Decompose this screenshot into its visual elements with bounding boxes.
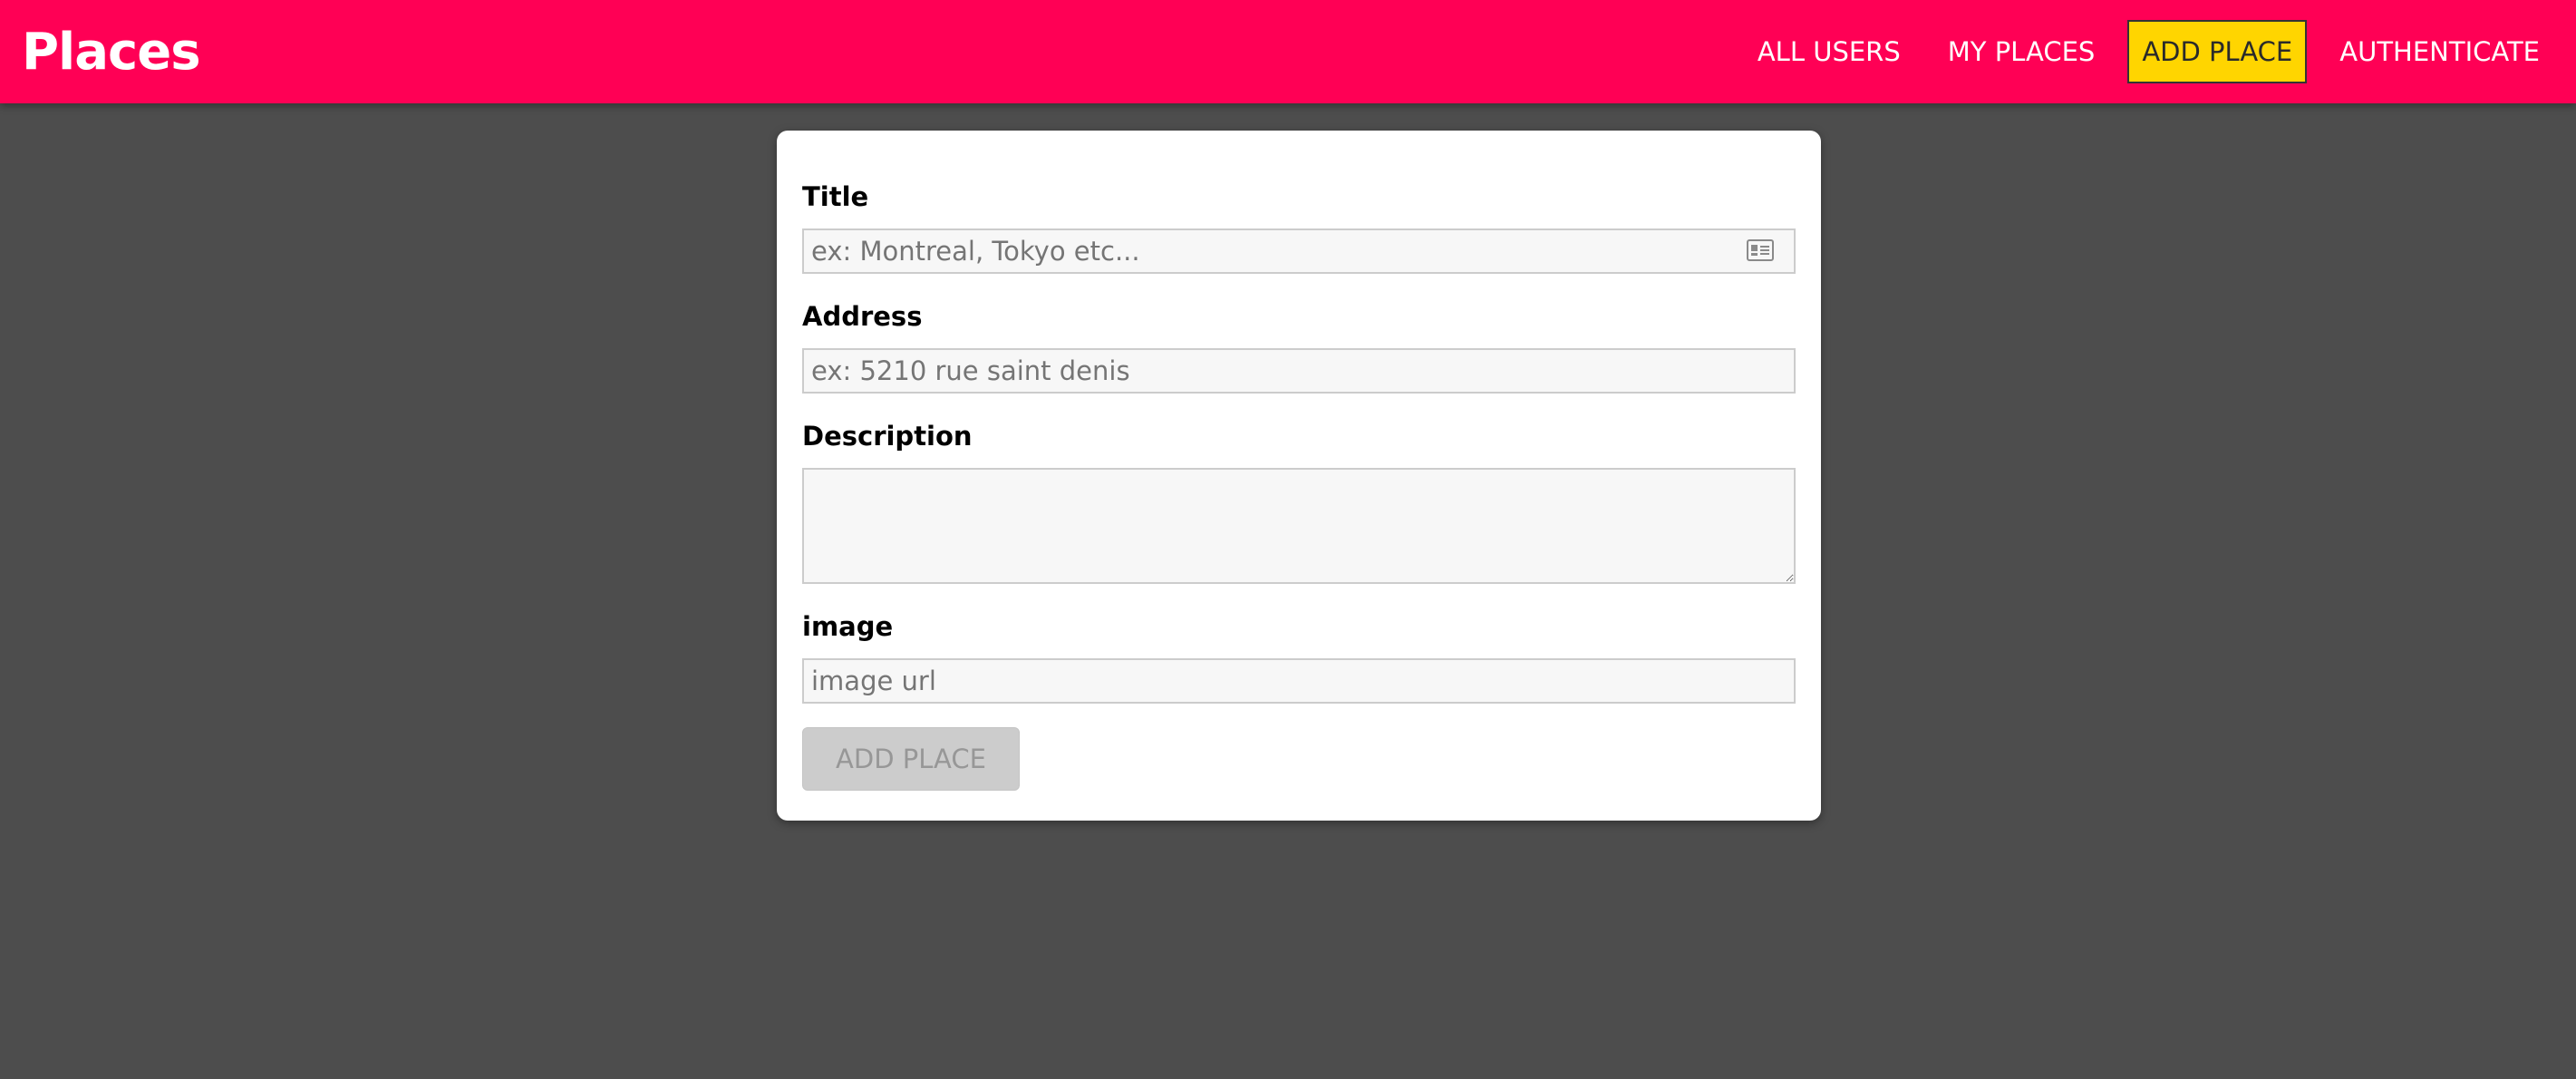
title-field: Title [802,181,1796,274]
image-url-input[interactable] [802,658,1796,704]
add-place-form-card: Title Address Description image ADD PLAC… [777,131,1821,821]
address-input[interactable] [802,348,1796,394]
main-header: Places ALL USERS MY PLACES ADD PLACE AUT… [0,0,2576,103]
nav-add-place[interactable]: ADD PLACE [2127,20,2308,83]
nav-my-places[interactable]: MY PLACES [1933,20,2110,83]
description-label: Description [802,421,973,452]
nav-authenticate[interactable]: AUTHENTICATE [2325,20,2554,83]
title-input-wrapper [802,228,1796,274]
title-input[interactable] [802,228,1796,274]
address-field: Address [802,301,1796,394]
main-navigation: ALL USERS MY PLACES ADD PLACE AUTHENTICA… [1743,20,2554,83]
address-label: Address [802,301,923,332]
brand-logo-link[interactable]: Places [22,23,201,82]
image-field: image [802,611,1796,704]
image-label: image [802,611,894,642]
nav-all-users[interactable]: ALL USERS [1743,20,1915,83]
add-place-submit-button[interactable]: ADD PLACE [802,727,1020,791]
description-textarea[interactable] [802,468,1796,584]
description-field: Description [802,421,1796,584]
title-label: Title [802,181,869,212]
contact-card-icon[interactable] [1747,239,1774,261]
